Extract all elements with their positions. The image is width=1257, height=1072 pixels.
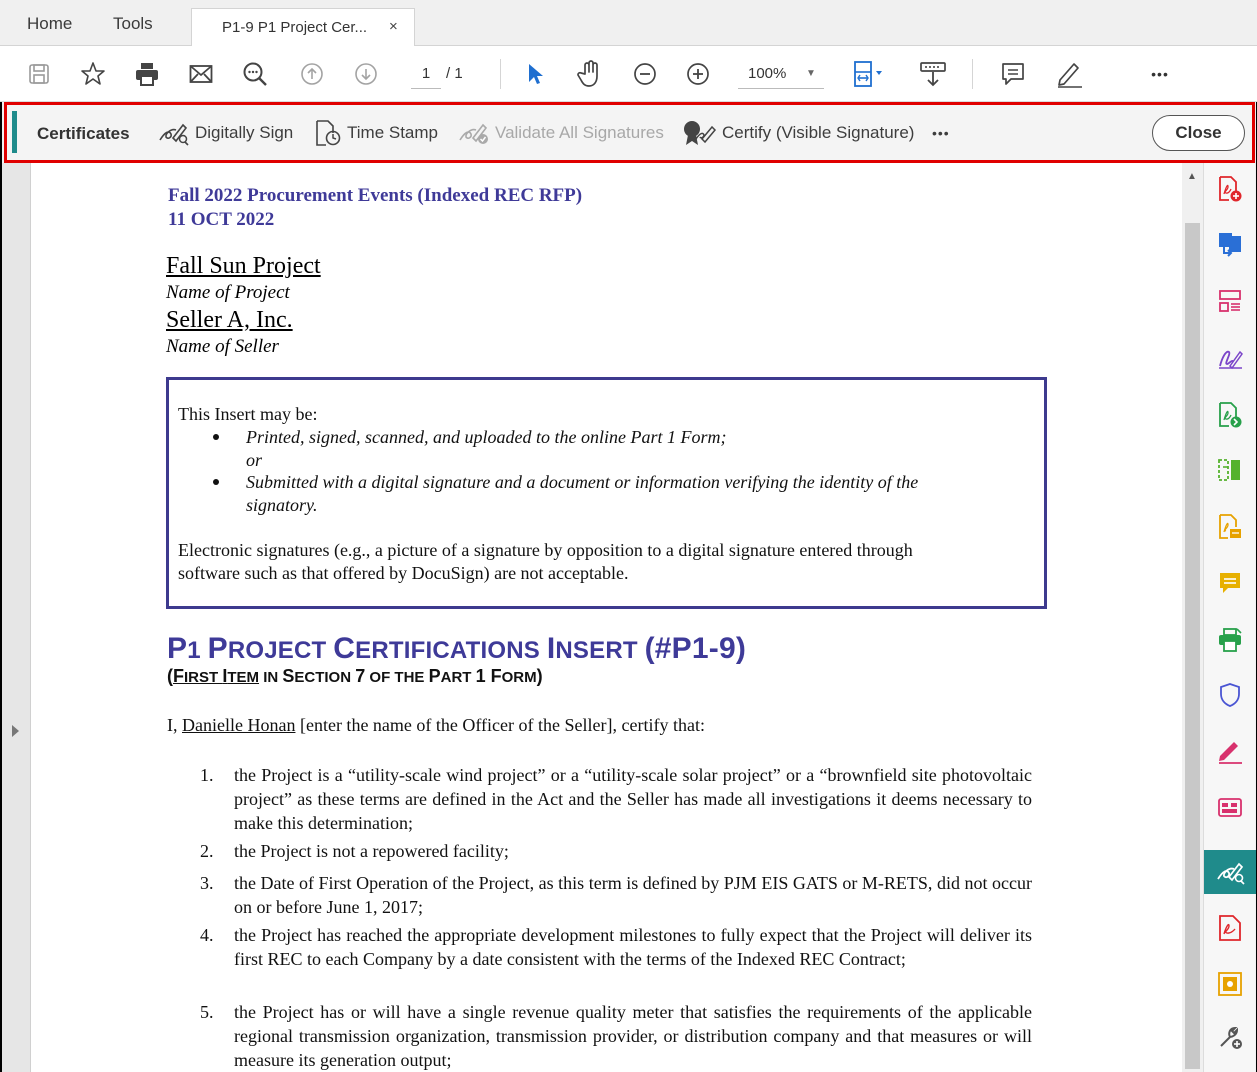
tab-tools[interactable]: Tools <box>113 14 153 34</box>
list-item: 2. the Project is not a repowered facilit… <box>200 841 509 861</box>
left-panel-collapsed <box>2 163 31 1072</box>
toolbar-divider <box>500 59 501 89</box>
more-tools-button[interactable]: ••• <box>1145 46 1175 102</box>
pen-icon[interactable] <box>1052 46 1086 102</box>
document-header: Fall 2022 Procurement Events (Indexed RE… <box>168 184 582 232</box>
electronic-signatures-line1: Electronic signatures (e.g., a picture o… <box>178 540 913 560</box>
list-item: 3. the Date of First Operation of the Pro… <box>200 873 1032 917</box>
certificates-toolbar: Certificates Digitally Sign Time Stamp V… <box>4 102 1255 163</box>
seller-name: Seller A, Inc. <box>166 307 293 333</box>
zoom-value: 100% <box>748 65 787 82</box>
zoom-out-icon[interactable] <box>630 46 660 102</box>
acrobat-pdf-icon[interactable] <box>1204 906 1256 950</box>
insert-option-digital-line2: signatory. <box>246 495 318 515</box>
section-title: P1 PROJECT CERTIFICATIONS INSERT (#P1-9) <box>167 632 747 665</box>
time-stamp-button[interactable]: Time Stamp <box>313 117 438 149</box>
select-arrow-icon[interactable] <box>520 46 550 102</box>
zoom-select[interactable]: 100% ▼ <box>738 60 824 89</box>
comment-tool-icon[interactable] <box>1204 561 1256 605</box>
fill-sign-icon[interactable] <box>1204 335 1256 379</box>
send-for-review-icon[interactable] <box>1204 393 1256 437</box>
find-icon[interactable] <box>240 46 270 102</box>
seller-name-caption: Name of Seller <box>166 336 279 357</box>
more-options-button[interactable]: ••• <box>932 117 950 149</box>
vertical-scrollbar[interactable]: ▲ <box>1182 163 1203 1072</box>
digitally-sign-button[interactable]: Digitally Sign <box>157 117 293 149</box>
save-icon[interactable] <box>24 46 54 102</box>
hand-icon[interactable] <box>575 46 605 102</box>
page-total: / 1 <box>446 65 463 82</box>
certify-icon <box>684 121 717 145</box>
certify-visible-signature-label: Certify (Visible Signature) <box>722 123 915 142</box>
close-tab-icon[interactable]: × <box>389 18 398 35</box>
insert-intro: This Insert may be: <box>178 404 318 424</box>
header-event-title: Fall 2022 Procurement Events (Indexed RE… <box>168 185 583 206</box>
zoom-in-icon[interactable] <box>683 46 713 102</box>
email-icon[interactable] <box>186 46 216 102</box>
request-signatures-icon[interactable] <box>1204 729 1256 773</box>
redact-icon[interactable] <box>1204 785 1256 829</box>
close-button[interactable]: Close <box>1152 115 1245 151</box>
list-item: 1. the Project is a “utility-scale wind p… <box>200 765 1032 833</box>
bullet <box>213 434 219 440</box>
main-toolbar: 1 / 1 100% ▼ ••• <box>0 46 1257 102</box>
fit-page-icon[interactable] <box>846 46 890 102</box>
comment-icon[interactable] <box>998 46 1028 102</box>
edit-pdf-icon[interactable] <box>1204 505 1256 549</box>
list-item: 5. the Project has or will have a single … <box>200 1002 1032 1070</box>
section-subtitle: (FIRST ITEM IN SECTION 7 OF THE PART 1 F… <box>167 666 543 686</box>
create-pdf-icon[interactable] <box>1204 167 1256 211</box>
time-stamp-label: Time Stamp <box>347 123 439 142</box>
insert-option-print: Printed, signed, scanned, and uploaded t… <box>246 427 727 447</box>
export-pdf-icon[interactable] <box>1204 222 1256 266</box>
toolbar-accent <box>12 111 17 153</box>
scrollbar-thumb[interactable] <box>1185 223 1200 1069</box>
time-stamp-icon <box>316 120 341 146</box>
chevron-down-icon: ▼ <box>806 68 816 79</box>
print-icon[interactable] <box>132 46 162 102</box>
document-tab-title: P1-9 P1 Project Cer... <box>222 19 368 36</box>
page-down-icon[interactable] <box>351 46 381 102</box>
validate-all-signatures-label: Validate All Signatures <box>495 123 664 142</box>
star-icon[interactable] <box>78 46 108 102</box>
certify-visible-signature-button[interactable]: Certify (Visible Signature) <box>682 117 914 149</box>
validate-all-signatures-button[interactable]: Validate All Signatures <box>457 117 664 149</box>
protect-icon[interactable] <box>1204 673 1256 717</box>
organize-pages-icon[interactable] <box>1204 279 1256 323</box>
expand-panel-icon[interactable] <box>12 725 19 737</box>
certificates-label: Certificates <box>37 124 130 143</box>
certificates-tool-icon[interactable] <box>1204 850 1256 894</box>
project-name: Fall Sun Project <box>166 253 321 279</box>
insert-or: or <box>246 450 263 470</box>
more-tools-icon[interactable] <box>1204 1015 1256 1059</box>
list-item: 4. the Project has reached the appropriat… <box>200 925 1032 969</box>
scroll-up-icon[interactable]: ▲ <box>1187 171 1197 182</box>
tab-home[interactable]: Home <box>27 14 72 34</box>
insert-option-digital-line1: Submitted with a digital signature and a… <box>246 472 919 492</box>
page-number-input[interactable]: 1 <box>411 60 441 89</box>
tab-document[interactable]: P1-9 P1 Project Cer... × <box>191 8 415 46</box>
compare-icon[interactable] <box>1204 448 1256 492</box>
validate-signatures-icon <box>459 123 488 144</box>
project-name-caption: Name of Project <box>166 282 290 303</box>
certify-statement: I, Danielle Honan [enter the name of the… <box>167 715 705 735</box>
print-production-icon[interactable] <box>1204 618 1256 662</box>
action-wizard-icon[interactable] <box>1204 962 1256 1006</box>
digital-sign-icon <box>159 123 189 146</box>
header-date: 11 OCT 2022 <box>168 209 275 230</box>
officer-name: Danielle Honan <box>182 715 296 735</box>
toolbar-divider <box>972 59 973 89</box>
bullet <box>213 479 219 485</box>
electronic-signatures-line2: software such as that offered by DocuSig… <box>178 563 629 583</box>
page-up-icon[interactable] <box>297 46 327 102</box>
tab-bar: Home Tools P1-9 P1 Project Cer... × <box>0 0 1257 46</box>
right-tools-panel <box>1203 163 1256 1072</box>
read-mode-icon[interactable] <box>915 46 951 102</box>
digitally-sign-label: Digitally Sign <box>195 123 294 142</box>
